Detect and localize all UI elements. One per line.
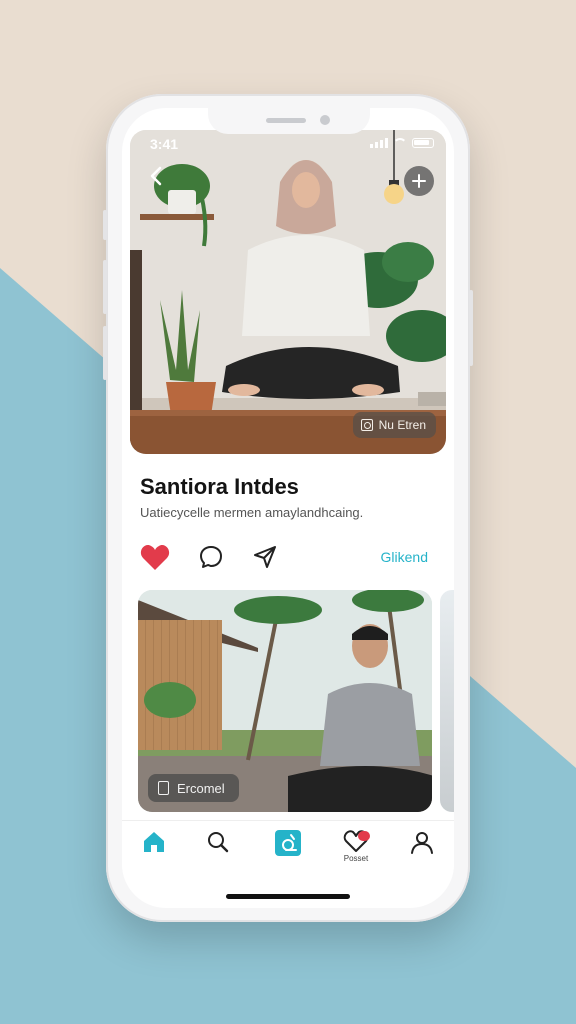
document-icon (158, 781, 169, 795)
phone-screen: 3:41 Nu Etren Santiora Intdes Uatiecycel… (122, 108, 454, 908)
battery-icon (412, 138, 434, 148)
front-camera (320, 115, 330, 125)
card2-tag[interactable]: Ercomel (148, 774, 239, 802)
phone-frame: 3:41 Nu Etren Santiora Intdes Uatiecycel… (103, 94, 473, 922)
card2-tag-label: Ercomel (177, 780, 225, 796)
friend-link[interactable]: Glikend (381, 549, 428, 565)
hero-scene (130, 130, 446, 454)
volume-up-button (103, 260, 107, 314)
comment-button[interactable] (194, 540, 228, 574)
plus-icon (412, 174, 426, 188)
tab-profile[interactable] (402, 829, 442, 873)
hero-tag-label: Nu Etren (378, 418, 426, 432)
tab-bar: Posset (122, 820, 454, 880)
tab-activity[interactable]: Posset (336, 829, 376, 873)
post-subtitle: Uatiecycelle mermen amaylandhcaing. (140, 505, 364, 520)
create-icon (275, 830, 301, 856)
notification-badge (358, 831, 370, 841)
back-button[interactable] (142, 162, 170, 190)
post-title: Santiora Intdes (140, 474, 299, 499)
home-icon (144, 832, 164, 852)
heart-filled-icon (140, 545, 170, 570)
profile-icon (411, 832, 433, 854)
post-actions: Glikend (138, 540, 438, 574)
signal-icon (370, 138, 388, 148)
tab-home[interactable] (134, 829, 174, 873)
wifi-icon (393, 138, 407, 148)
volume-down-button (103, 326, 107, 380)
comment-icon (200, 546, 222, 568)
power-button (469, 290, 473, 366)
chevron-left-icon (150, 166, 162, 186)
notch (208, 108, 370, 134)
add-button[interactable] (404, 166, 434, 196)
tab-activity-label: Posset (343, 854, 369, 863)
home-indicator[interactable] (226, 894, 350, 899)
status-bar: 3:41 (130, 130, 446, 158)
status-time: 3:41 (150, 136, 179, 152)
third-post-card-peek[interactable] (440, 590, 454, 812)
hero-photo[interactable]: 3:41 Nu Etren (130, 130, 446, 454)
hero-location-tag[interactable]: Nu Etren (352, 412, 436, 438)
send-icon (254, 546, 276, 568)
share-button[interactable] (248, 540, 282, 574)
camera-icon (360, 419, 373, 431)
second-post-card[interactable]: Ercomel (138, 590, 432, 812)
status-icons (370, 138, 434, 148)
speaker (266, 118, 306, 123)
search-icon (208, 832, 229, 853)
like-button[interactable] (138, 540, 172, 574)
tab-search[interactable] (198, 829, 238, 873)
mute-switch (103, 210, 107, 240)
tab-create[interactable] (268, 829, 308, 873)
